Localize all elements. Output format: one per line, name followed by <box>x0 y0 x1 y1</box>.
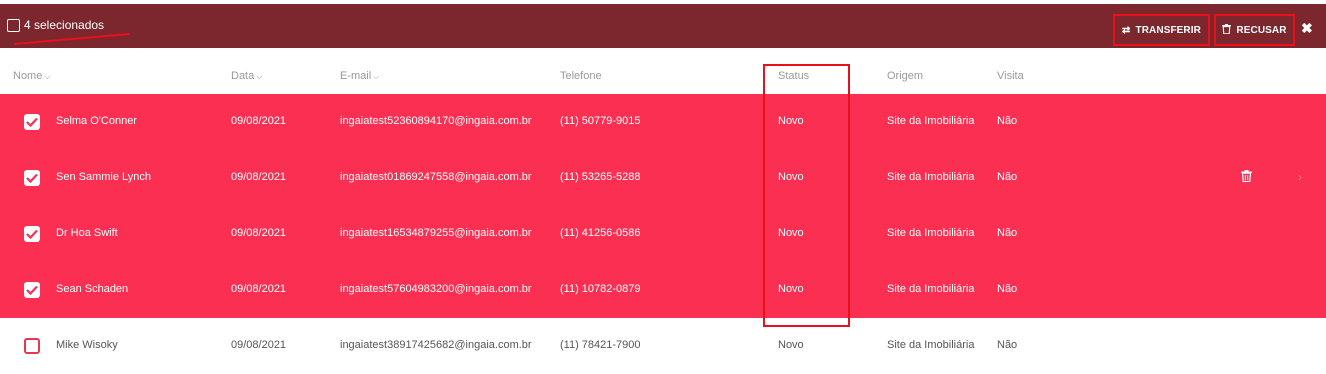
cell-email: ingaiatest16534879255@ingaia.com.br <box>340 227 532 239</box>
row-checkbox[interactable] <box>24 170 40 186</box>
cell-nome: Sen Sammie Lynch <box>56 171 151 183</box>
cell-nome: Sean Schaden <box>56 283 129 295</box>
close-icon[interactable]: ✖ <box>1301 20 1313 37</box>
cell-data: 09/08/2021 <box>231 171 287 183</box>
refuse-button[interactable]: RECUSAR <box>1214 14 1295 46</box>
cell-status: Novo <box>778 283 804 295</box>
trash-icon[interactable] <box>1241 170 1252 185</box>
cell-status: Novo <box>778 171 804 183</box>
table-row[interactable]: Mike Wisoky 09/08/2021 ingaiatest389174256… <box>0 318 1326 374</box>
row-checkbox[interactable] <box>24 226 40 242</box>
selection-bar: 4 selecionados ⇄ TRANSFERIR RECUSAR ✖ <box>0 4 1326 48</box>
chevron-right-icon[interactable]: › <box>1298 170 1302 184</box>
cell-telefone: (11) 50779-9015 <box>560 115 641 127</box>
row-checkbox[interactable] <box>24 338 40 354</box>
col-email[interactable]: E-mail ⌵ <box>340 70 379 82</box>
cell-origem: Site da Imobiliária <box>887 227 975 239</box>
swap-icon: ⇄ <box>1122 24 1131 36</box>
cell-origem: Site da Imobiliária <box>887 115 975 127</box>
trash-icon <box>1222 23 1232 37</box>
table-header: Nome ⌵ Data ⌵ E-mail ⌵ Telefone Status Orig… <box>0 62 1326 92</box>
cell-telefone: (11) 53265-5288 <box>560 171 641 183</box>
row-checkbox[interactable] <box>24 114 40 130</box>
transfer-label: TRANSFERIR <box>1135 24 1201 36</box>
select-all-checkbox[interactable] <box>7 19 20 32</box>
cell-data: 09/08/2021 <box>231 283 287 295</box>
annotation-underline <box>13 33 131 45</box>
cell-origem: Site da Imobiliária <box>887 339 975 351</box>
table-row[interactable]: Selma O'Conner 09/08/2021 ingaiatest523608… <box>0 94 1326 150</box>
cell-visita: Não <box>997 339 1018 351</box>
col-visita: Visita <box>997 70 1024 82</box>
cell-nome: Dr Hoa Swift <box>56 227 118 239</box>
cell-visita: Não <box>997 227 1018 239</box>
cell-status: Novo <box>778 339 804 351</box>
col-nome[interactable]: Nome ⌵ <box>13 70 50 82</box>
cell-nome: Selma O'Conner <box>56 115 137 127</box>
cell-visita: Não <box>997 283 1018 295</box>
cell-telefone: (11) 10782-0879 <box>560 283 641 295</box>
col-origem: Origem <box>887 70 924 82</box>
col-data[interactable]: Data ⌵ <box>231 70 262 82</box>
cell-visita: Não <box>997 171 1018 183</box>
row-checkbox[interactable] <box>24 282 40 298</box>
col-status: Status <box>778 70 810 82</box>
cell-data: 09/08/2021 <box>231 227 287 239</box>
cell-visita: Não <box>997 115 1018 127</box>
cell-data: 09/08/2021 <box>231 115 287 127</box>
cell-nome: Mike Wisoky <box>56 339 118 351</box>
cell-telefone: (11) 78421-7900 <box>560 339 641 351</box>
refuse-label: RECUSAR <box>1236 24 1287 36</box>
chevron-down-icon: ⌵ <box>373 72 380 81</box>
cell-origem: Site da Imobiliária <box>887 171 975 183</box>
cell-email: ingaiatest01869247558@ingaia.com.br <box>340 171 532 183</box>
cell-origem: Site da Imobiliária <box>887 283 975 295</box>
cell-email: ingaiatest38917425682@ingaia.com.br <box>340 339 532 351</box>
chevron-down-icon: ⌵ <box>256 72 263 81</box>
cell-email: ingaiatest57604983200@ingaia.com.br <box>340 283 532 295</box>
cell-status: Novo <box>778 227 804 239</box>
cell-data: 09/08/2021 <box>231 339 287 351</box>
cell-status: Novo <box>778 115 804 127</box>
cell-email: ingaiatest52360894170@ingaia.com.br <box>340 115 532 127</box>
selected-count: 4 selecionados <box>24 18 105 32</box>
cell-telefone: (11) 41256-0586 <box>560 227 641 239</box>
table-row[interactable]: Sen Sammie Lynch 09/08/2021 ingaiatest0186… <box>0 150 1326 206</box>
col-telefone: Telefone <box>560 70 602 82</box>
table-row[interactable]: Dr Hoa Swift 09/08/2021 ingaiatest16534879… <box>0 206 1326 262</box>
transfer-button[interactable]: ⇄ TRANSFERIR <box>1113 14 1210 46</box>
table-row[interactable]: Sean Schaden 09/08/2021 ingaiatest57604983… <box>0 262 1326 318</box>
chevron-down-icon: ⌵ <box>44 72 51 81</box>
